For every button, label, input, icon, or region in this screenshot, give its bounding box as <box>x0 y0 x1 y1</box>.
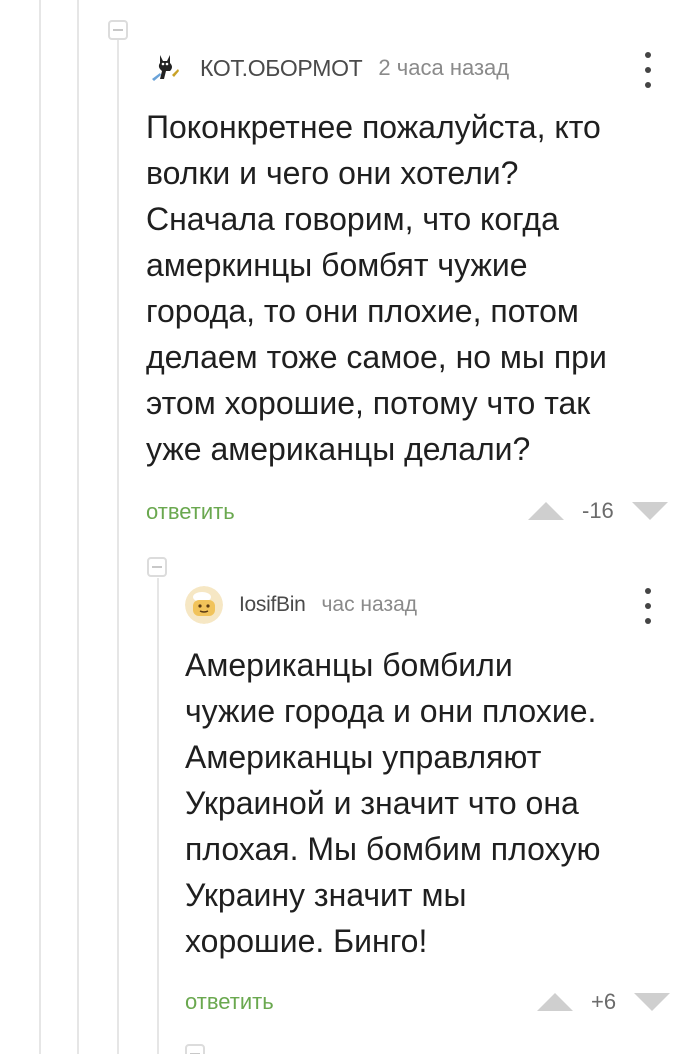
comments-thread: КОТ.ОБОРМОТ 2 часа назад Поконкретнее по… <box>0 0 700 1054</box>
comment-header: КОТ.ОБОРМОТ 2 часа назад <box>146 48 509 88</box>
comment-score: -16 <box>582 498 614 523</box>
vote-control: -16 <box>528 498 668 524</box>
downvote-arrow-icon[interactable] <box>634 993 671 1011</box>
dot-icon <box>645 618 651 624</box>
dot-icon <box>645 588 651 594</box>
thread-line <box>39 0 41 1054</box>
comment-body: Американцы бомбили чужие города и они пл… <box>185 647 601 959</box>
cat-avatar-icon[interactable] <box>146 49 184 87</box>
comment-time: 2 часа назад <box>378 55 510 80</box>
collapse-thread-button[interactable] <box>108 20 128 40</box>
comment-time: час назад <box>321 593 418 616</box>
downvote-arrow-icon[interactable] <box>631 502 668 520</box>
comment-score: +6 <box>591 989 617 1014</box>
reply-button[interactable]: ответить <box>146 499 235 525</box>
dot-icon <box>645 67 651 73</box>
upvote-arrow-icon[interactable] <box>537 993 573 1011</box>
comment-author[interactable]: КОТ.ОБОРМОТ <box>200 55 363 82</box>
dot-icon <box>645 82 651 88</box>
comment-body: Поконкретнее пожалуйста, кто волки и чег… <box>146 109 607 467</box>
dot-icon <box>645 52 651 58</box>
comment-header: IosifBin час назад <box>185 585 417 625</box>
more-options-button[interactable] <box>642 52 654 88</box>
vote-control: +6 <box>537 989 671 1015</box>
thread-line <box>77 0 79 1054</box>
dot-icon <box>645 603 651 609</box>
minus-icon <box>152 566 162 568</box>
minus-icon <box>113 29 123 31</box>
more-options-button[interactable] <box>642 588 654 624</box>
thread-line <box>157 578 159 1054</box>
thread-line <box>117 40 119 1054</box>
reply-button[interactable]: ответить <box>185 989 274 1015</box>
collapse-thread-button[interactable] <box>147 557 167 577</box>
upvote-arrow-icon[interactable] <box>528 502 564 520</box>
face-avatar-icon[interactable] <box>185 586 223 624</box>
comment-author[interactable]: IosifBin <box>239 593 306 617</box>
collapse-thread-button[interactable] <box>185 1044 205 1054</box>
